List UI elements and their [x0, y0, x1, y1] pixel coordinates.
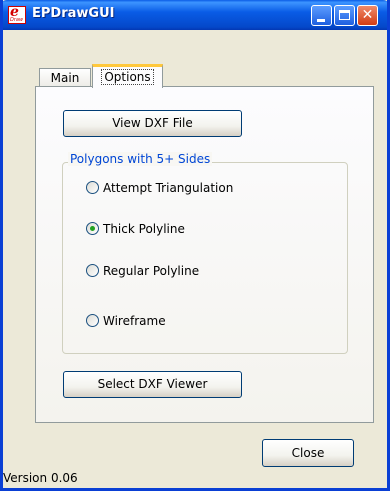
radio-label: Attempt Triangulation: [103, 181, 234, 195]
radio-dot-icon: [90, 226, 95, 231]
close-icon: ✕: [361, 7, 374, 23]
app-logo-icon: e Draw: [8, 4, 26, 24]
maximize-icon: [339, 10, 350, 20]
close-button[interactable]: Close: [262, 439, 354, 467]
polygons-group-label: Polygons with 5+ Sides: [68, 152, 213, 166]
radio-button-checked[interactable]: [86, 222, 99, 235]
close-window-button[interactable]: ✕: [357, 5, 378, 26]
tab-options[interactable]: Options: [92, 64, 163, 88]
radio-button[interactable]: [86, 264, 99, 277]
tab-main-label: Main: [50, 71, 80, 85]
logo-subtext: Draw: [10, 17, 24, 23]
title-bar[interactable]: e Draw EPDrawGUI ✕: [3, 0, 387, 30]
maximize-button[interactable]: [334, 5, 355, 26]
radio-label: Thick Polyline: [103, 222, 185, 236]
radio-label: Regular Polyline: [103, 264, 200, 278]
radio-button[interactable]: [86, 314, 99, 327]
minimize-icon: [317, 19, 325, 22]
radio-label: Wireframe: [103, 314, 166, 328]
version-label: Version 0.06: [3, 471, 78, 485]
radio-button[interactable]: [86, 181, 99, 194]
view-dxf-file-button[interactable]: View DXF File: [63, 110, 242, 137]
select-dxf-viewer-button[interactable]: Select DXF Viewer: [63, 371, 242, 398]
tab-main[interactable]: Main: [39, 68, 91, 87]
window-title: EPDrawGUI: [32, 6, 115, 21]
minimize-button[interactable]: [311, 5, 332, 26]
tab-options-label: Options: [101, 69, 154, 85]
